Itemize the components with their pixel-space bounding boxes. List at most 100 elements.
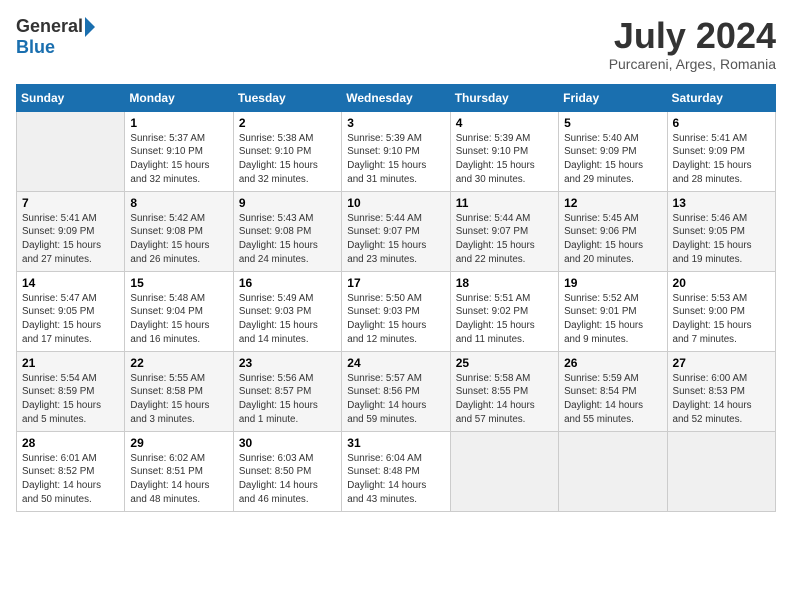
day-number: 26 — [564, 356, 661, 370]
calendar-cell: 31Sunrise: 6:04 AM Sunset: 8:48 PM Dayli… — [342, 431, 450, 511]
calendar-cell: 23 Sunrise: 5:56 AM Sunset: 8:57 PM Dayli… — [233, 351, 341, 431]
cell-info: Sunrise: 6:01 AM Sunset: 8:52 PM Dayligh… — [22, 452, 119, 507]
weekday-header-tuesday: Tuesday — [233, 84, 341, 111]
cell-info: Sunrise: 5:42 AM Sunset: 9:08 PM Dayligh… — [130, 212, 227, 267]
calendar-week-row: 7 Sunrise: 5:41 AM Sunset: 9:09 PM Daylig… — [17, 191, 776, 271]
day-number: 18 — [456, 276, 553, 290]
calendar-cell: 4Sunrise: 5:39 AM Sunset: 9:10 PM Daylig… — [450, 111, 558, 191]
cell-info: Sunrise: 5:38 AM Sunset: 9:10 PM Dayligh… — [239, 132, 336, 187]
day-number: 14 — [22, 276, 119, 290]
calendar-cell: 22 Sunrise: 5:55 AM Sunset: 8:58 PM Dayli… — [125, 351, 233, 431]
calendar-cell: 10 Sunrise: 5:44 AM Sunset: 9:07 PM Dayli… — [342, 191, 450, 271]
day-number: 8 — [130, 196, 227, 210]
calendar-cell: 16 Sunrise: 5:49 AM Sunset: 9:03 PM Dayli… — [233, 271, 341, 351]
calendar-cell: 8 Sunrise: 5:42 AM Sunset: 9:08 PM Daylig… — [125, 191, 233, 271]
calendar-cell: 6 Sunrise: 5:41 AM Sunset: 9:09 PM Daylig… — [667, 111, 775, 191]
day-number: 12 — [564, 196, 661, 210]
calendar-cell: 27Sunrise: 6:00 AM Sunset: 8:53 PM Dayli… — [667, 351, 775, 431]
day-number: 2 — [239, 116, 336, 130]
calendar-week-row: 21 Sunrise: 5:54 AM Sunset: 8:59 PM Dayli… — [17, 351, 776, 431]
day-number: 9 — [239, 196, 336, 210]
day-number: 25 — [456, 356, 553, 370]
cell-info: Sunrise: 5:48 AM Sunset: 9:04 PM Dayligh… — [130, 292, 227, 347]
calendar-cell: 13Sunrise: 5:46 AM Sunset: 9:05 PM Dayli… — [667, 191, 775, 271]
day-number: 11 — [456, 196, 553, 210]
day-number: 28 — [22, 436, 119, 450]
day-number: 10 — [347, 196, 444, 210]
calendar-cell: 1 Sunrise: 5:37 AM Sunset: 9:10 PM Daylig… — [125, 111, 233, 191]
cell-info: Sunrise: 6:00 AM Sunset: 8:53 PM Dayligh… — [673, 372, 770, 427]
weekday-header-row: SundayMondayTuesdayWednesdayThursdayFrid… — [17, 84, 776, 111]
day-number: 21 — [22, 356, 119, 370]
logo-blue-text: Blue — [16, 37, 55, 58]
weekday-header-wednesday: Wednesday — [342, 84, 450, 111]
cell-info: Sunrise: 5:44 AM Sunset: 9:07 PM Dayligh… — [347, 212, 444, 267]
day-number: 23 — [239, 356, 336, 370]
cell-info: Sunrise: 5:43 AM Sunset: 9:08 PM Dayligh… — [239, 212, 336, 267]
logo-general-text: General — [16, 16, 83, 37]
cell-info: Sunrise: 5:54 AM Sunset: 8:59 PM Dayligh… — [22, 372, 119, 427]
calendar-cell: 15 Sunrise: 5:48 AM Sunset: 9:04 PM Dayli… — [125, 271, 233, 351]
day-number: 17 — [347, 276, 444, 290]
day-number: 19 — [564, 276, 661, 290]
cell-info: Sunrise: 5:58 AM Sunset: 8:55 PM Dayligh… — [456, 372, 553, 427]
calendar-cell: 24 Sunrise: 5:57 AM Sunset: 8:56 PM Dayli… — [342, 351, 450, 431]
weekday-header-monday: Monday — [125, 84, 233, 111]
calendar-cell: 25 Sunrise: 5:58 AM Sunset: 8:55 PM Dayli… — [450, 351, 558, 431]
day-number: 30 — [239, 436, 336, 450]
calendar-cell: 28 Sunrise: 6:01 AM Sunset: 8:52 PM Dayli… — [17, 431, 125, 511]
calendar-cell: 18Sunrise: 5:51 AM Sunset: 9:02 PM Dayli… — [450, 271, 558, 351]
weekday-header-sunday: Sunday — [17, 84, 125, 111]
cell-info: Sunrise: 5:41 AM Sunset: 9:09 PM Dayligh… — [673, 132, 770, 187]
day-number: 6 — [673, 116, 770, 130]
cell-info: Sunrise: 5:53 AM Sunset: 9:00 PM Dayligh… — [673, 292, 770, 347]
calendar-cell: 26Sunrise: 5:59 AM Sunset: 8:54 PM Dayli… — [559, 351, 667, 431]
cell-info: Sunrise: 5:55 AM Sunset: 8:58 PM Dayligh… — [130, 372, 227, 427]
day-number: 29 — [130, 436, 227, 450]
calendar-cell: 30 Sunrise: 6:03 AM Sunset: 8:50 PM Dayli… — [233, 431, 341, 511]
calendar-cell: 11 Sunrise: 5:44 AM Sunset: 9:07 PM Dayli… — [450, 191, 558, 271]
day-number: 16 — [239, 276, 336, 290]
calendar-cell: 29Sunrise: 6:02 AM Sunset: 8:51 PM Dayli… — [125, 431, 233, 511]
cell-info: Sunrise: 5:57 AM Sunset: 8:56 PM Dayligh… — [347, 372, 444, 427]
cell-info: Sunrise: 5:40 AM Sunset: 9:09 PM Dayligh… — [564, 132, 661, 187]
day-number: 13 — [673, 196, 770, 210]
weekday-header-saturday: Saturday — [667, 84, 775, 111]
calendar-cell: 20 Sunrise: 5:53 AM Sunset: 9:00 PM Dayli… — [667, 271, 775, 351]
page-header: General Blue July 2024 Purcareni, Arges,… — [16, 16, 776, 72]
cell-info: Sunrise: 5:39 AM Sunset: 9:10 PM Dayligh… — [347, 132, 444, 187]
calendar-cell — [450, 431, 558, 511]
calendar-cell — [667, 431, 775, 511]
day-number: 1 — [130, 116, 227, 130]
calendar-week-row: 28 Sunrise: 6:01 AM Sunset: 8:52 PM Dayli… — [17, 431, 776, 511]
day-number: 31 — [347, 436, 444, 450]
cell-info: Sunrise: 5:41 AM Sunset: 9:09 PM Dayligh… — [22, 212, 119, 267]
cell-info: Sunrise: 5:44 AM Sunset: 9:07 PM Dayligh… — [456, 212, 553, 267]
calendar-cell: 2 Sunrise: 5:38 AM Sunset: 9:10 PM Daylig… — [233, 111, 341, 191]
calendar-cell: 17Sunrise: 5:50 AM Sunset: 9:03 PM Dayli… — [342, 271, 450, 351]
cell-info: Sunrise: 5:37 AM Sunset: 9:10 PM Dayligh… — [130, 132, 227, 187]
day-number: 15 — [130, 276, 227, 290]
weekday-header-friday: Friday — [559, 84, 667, 111]
calendar-cell: 7 Sunrise: 5:41 AM Sunset: 9:09 PM Daylig… — [17, 191, 125, 271]
day-number: 20 — [673, 276, 770, 290]
cell-info: Sunrise: 6:03 AM Sunset: 8:50 PM Dayligh… — [239, 452, 336, 507]
calendar-cell: 21 Sunrise: 5:54 AM Sunset: 8:59 PM Dayli… — [17, 351, 125, 431]
month-year-title: July 2024 — [609, 16, 776, 56]
calendar-cell: 19Sunrise: 5:52 AM Sunset: 9:01 PM Dayli… — [559, 271, 667, 351]
calendar-cell: 14 Sunrise: 5:47 AM Sunset: 9:05 PM Dayli… — [17, 271, 125, 351]
day-number: 24 — [347, 356, 444, 370]
cell-info: Sunrise: 5:49 AM Sunset: 9:03 PM Dayligh… — [239, 292, 336, 347]
day-number: 3 — [347, 116, 444, 130]
calendar-cell: 3 Sunrise: 5:39 AM Sunset: 9:10 PM Daylig… — [342, 111, 450, 191]
calendar-cell — [559, 431, 667, 511]
cell-info: Sunrise: 5:39 AM Sunset: 9:10 PM Dayligh… — [456, 132, 553, 187]
cell-info: Sunrise: 5:47 AM Sunset: 9:05 PM Dayligh… — [22, 292, 119, 347]
calendar-cell: 9 Sunrise: 5:43 AM Sunset: 9:08 PM Daylig… — [233, 191, 341, 271]
calendar-table: SundayMondayTuesdayWednesdayThursdayFrid… — [16, 84, 776, 512]
day-number: 5 — [564, 116, 661, 130]
day-number: 7 — [22, 196, 119, 210]
day-number: 22 — [130, 356, 227, 370]
calendar-week-row: 14 Sunrise: 5:47 AM Sunset: 9:05 PM Dayli… — [17, 271, 776, 351]
cell-info: Sunrise: 5:56 AM Sunset: 8:57 PM Dayligh… — [239, 372, 336, 427]
